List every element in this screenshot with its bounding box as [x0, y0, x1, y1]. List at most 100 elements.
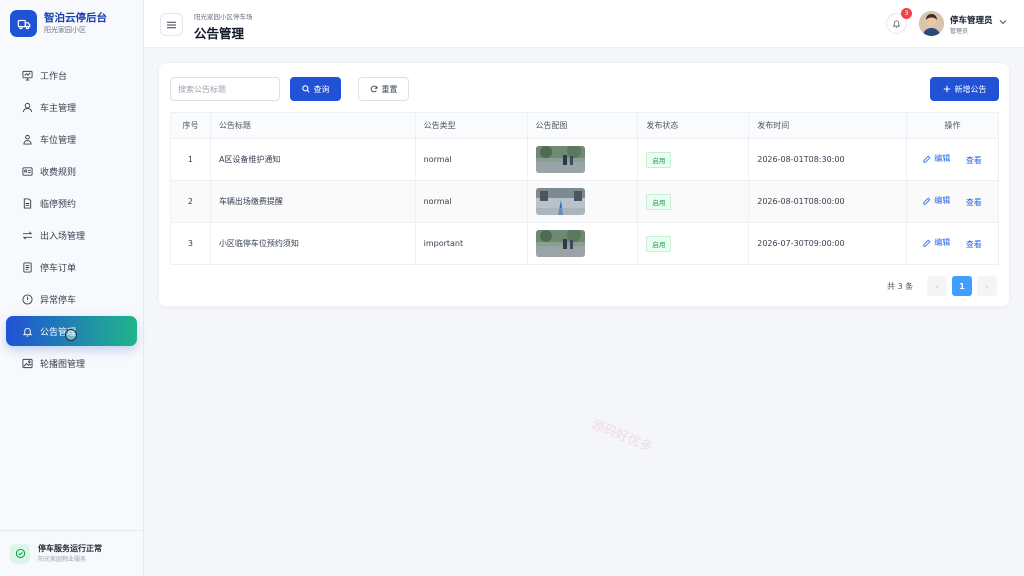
status-subtitle: 阳光家园物业服务 — [38, 555, 87, 563]
edit-button[interactable]: 编辑 — [923, 237, 950, 248]
total-count: 共 3 条 — [887, 282, 914, 291]
row-actions: 编辑 查看 — [906, 222, 999, 265]
add-button-label: 新增公告 — [954, 84, 987, 94]
edit-icon — [923, 239, 931, 247]
page-title: 公告管理 — [194, 26, 245, 41]
id-card-icon — [22, 166, 33, 177]
sidebar-item-label: 车位管理 — [40, 135, 77, 146]
swap-icon — [22, 230, 33, 241]
row-time: 2026-08-01T08:00:00 — [748, 180, 908, 223]
user-name[interactable]: 停车管理员 — [950, 14, 993, 26]
document-icon — [22, 197, 33, 209]
brand[interactable]: 智泊云停后台 阳光家园小区 — [10, 10, 107, 37]
status-badge: 启用 — [646, 193, 672, 210]
top-header: 阳光家园小区停车场 公告管理 3 停车管理员 管理员 — [144, 0, 1024, 48]
plus-icon — [943, 85, 950, 93]
edit-button[interactable]: 编辑 — [923, 153, 950, 164]
edit-icon — [923, 155, 931, 163]
sidebar-item-label: 工作台 — [40, 71, 68, 82]
avatar[interactable] — [919, 11, 944, 36]
announcement-thumbnail[interactable] — [535, 188, 585, 215]
edit-button[interactable]: 编辑 — [923, 195, 950, 206]
bell-icon — [892, 20, 901, 28]
bell-icon — [22, 326, 33, 337]
table-row: 2 车辆出场缴费提醒 normal 启用 2026-08-01T08:00:00 — [170, 180, 999, 223]
sidebar-item-label: 车主管理 — [40, 103, 77, 114]
query-button-label: 查询 — [313, 84, 330, 94]
warning-icon — [22, 293, 33, 305]
row-image-cell — [526, 222, 639, 265]
row-title: 小区临停车位预约须知 — [209, 222, 416, 265]
hamburger-icon — [167, 21, 176, 28]
row-title: 车辆出场缴费提醒 — [209, 180, 416, 223]
page-number-button[interactable]: 1 — [952, 276, 972, 296]
query-button[interactable]: 查询 — [290, 77, 341, 101]
sidebar-item-banners[interactable]: 轮播图管理 — [6, 348, 137, 378]
menu-toggle-button[interactable] — [160, 13, 183, 36]
view-button[interactable]: 查看 — [966, 197, 982, 208]
column-header[interactable]: 公告标题 — [209, 112, 416, 139]
prev-page-button[interactable]: ‹ — [927, 276, 947, 296]
column-header[interactable]: 发布状态 — [637, 112, 750, 139]
sidebar-item-abnormal[interactable]: 异常停车 — [6, 284, 137, 314]
sidebar-item-fees[interactable]: 收费规则 — [6, 156, 137, 186]
row-status-cell: 启用 — [637, 222, 750, 265]
row-image-cell — [526, 138, 639, 181]
sidebar-item-label: 停车订单 — [40, 263, 77, 274]
user-icon — [22, 102, 33, 113]
sidebar-item-label: 轮播图管理 — [40, 359, 86, 370]
sidebar-item-reservations[interactable]: 临停预约 — [6, 188, 137, 218]
announcement-card: 查询 重置 新增公告 序号 公告标题 公告类型 公告配图 发布状态 发布时间 操… — [158, 62, 1010, 307]
watermark-text: 源码好优多 — [588, 417, 655, 456]
row-index: 2 — [170, 180, 211, 223]
reset-button[interactable]: 重置 — [358, 77, 409, 101]
sidebar-item-label: 收费规则 — [40, 167, 77, 178]
sidebar: 智泊云停后台 阳光家园小区 工作台 车主管理 车位管理 收费规则 临停预约 出入… — [0, 0, 144, 576]
column-header[interactable]: 公告配图 — [526, 112, 639, 139]
sidebar-item-dashboard[interactable]: 工作台 — [6, 60, 137, 90]
column-header[interactable]: 公告类型 — [414, 112, 528, 139]
brand-name: 智泊云停后台 — [44, 12, 107, 24]
table-row: 1 A区设备维护通知 normal 启用 2026-08-01T08:30:00… — [170, 138, 999, 181]
system-status: 停车服务运行正常 阳光家园物业服务 — [0, 530, 143, 576]
edit-label: 编辑 — [934, 238, 951, 248]
check-shield-icon — [10, 543, 30, 564]
sidebar-item-label: 异常停车 — [40, 295, 77, 306]
announcement-thumbnail[interactable] — [535, 146, 585, 173]
truck-icon — [10, 10, 37, 37]
view-button[interactable]: 查看 — [966, 239, 982, 250]
search-input[interactable] — [170, 77, 280, 101]
column-header[interactable]: 操作 — [906, 112, 999, 139]
row-type: normal — [414, 138, 528, 181]
pagination: 共 3 条 ‹ 1 › — [159, 276, 1011, 296]
edit-label: 编辑 — [934, 154, 951, 164]
edit-icon — [923, 197, 931, 205]
chevron-down-icon[interactable] — [999, 18, 1007, 28]
search-icon — [301, 85, 310, 93]
sidebar-item-spaces[interactable]: 车位管理 — [6, 124, 137, 154]
row-index: 1 — [170, 138, 211, 181]
table-header-row: 序号 公告标题 公告类型 公告配图 发布状态 发布时间 操作 — [170, 112, 999, 139]
announcement-table: 序号 公告标题 公告类型 公告配图 发布状态 发布时间 操作 1 A区设备维护通… — [170, 112, 999, 265]
sidebar-item-orders[interactable]: 停车订单 — [6, 252, 137, 282]
sidebar-item-entry-exit[interactable]: 出入场管理 — [6, 220, 137, 250]
table-row: 3 小区临停车位预约须知 important 启用 2026-07-30T09:… — [170, 222, 999, 265]
view-button[interactable]: 查看 — [966, 155, 982, 166]
sidebar-item-label: 出入场管理 — [40, 231, 86, 242]
edit-label: 编辑 — [934, 196, 951, 206]
announcement-thumbnail[interactable] — [535, 230, 585, 257]
next-page-button[interactable]: › — [977, 276, 997, 296]
row-type: important — [414, 222, 528, 265]
column-header[interactable]: 序号 — [170, 112, 211, 139]
brand-community: 阳光家园小区 — [44, 26, 86, 34]
sidebar-item-owners[interactable]: 车主管理 — [6, 92, 137, 122]
users-icon — [22, 134, 33, 145]
row-title: A区设备维护通知 — [209, 138, 416, 181]
row-type: normal — [414, 180, 528, 223]
row-status-cell: 启用 — [637, 180, 750, 223]
add-announcement-button[interactable]: 新增公告 — [930, 77, 999, 101]
column-header[interactable]: 发布时间 — [748, 112, 908, 139]
sidebar-item-label: 临停预约 — [40, 199, 77, 210]
user-role: 管理员 — [950, 28, 969, 35]
monitor-icon — [22, 70, 33, 81]
